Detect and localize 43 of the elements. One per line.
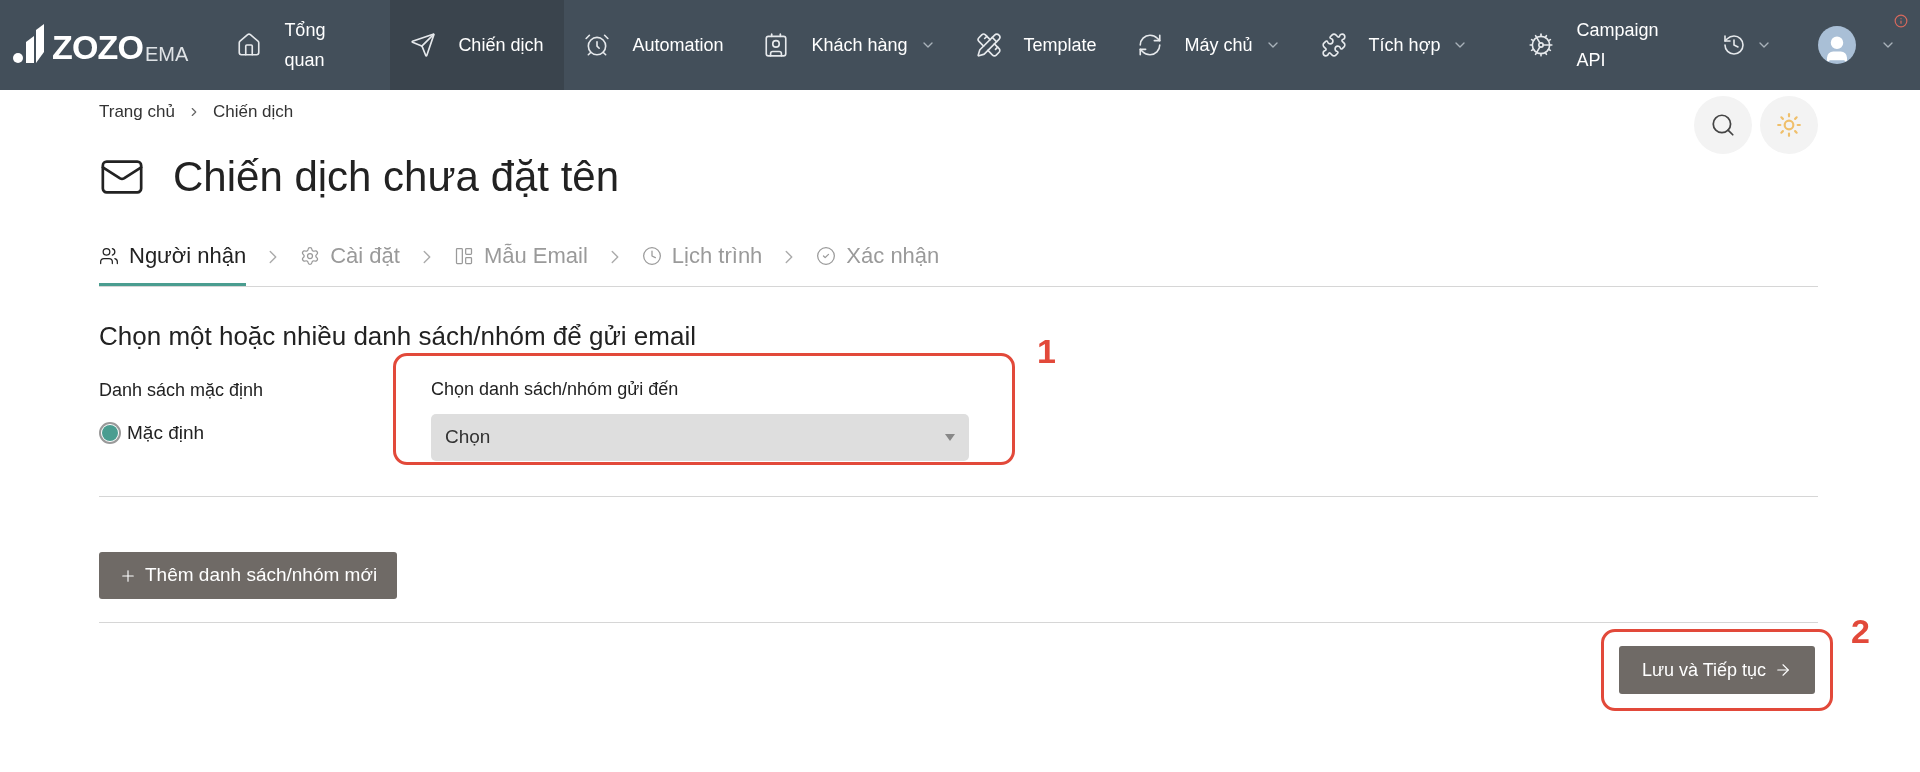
nav-item[interactable]: Template: [955, 0, 1117, 90]
search-icon: [1710, 112, 1736, 138]
nav-item[interactable]: Chiến dịch: [390, 0, 565, 90]
dropdown-triangle-icon: [945, 434, 955, 441]
contact-card-icon: [763, 32, 790, 58]
list-select[interactable]: Chọn: [431, 414, 969, 461]
nav-item[interactable]: Automation: [564, 0, 744, 90]
annotation-number: 1: [1037, 334, 1056, 368]
add-list-button[interactable]: Thêm danh sách/nhóm mới: [99, 552, 398, 599]
field-label: Chọn danh sách/nhóm gửi đến: [431, 378, 680, 401]
annotation-number: 2: [1851, 614, 1870, 648]
logo-text: ZOZO: [52, 30, 144, 64]
nav-item[interactable]: Máy chủ: [1116, 0, 1301, 90]
info-icon: [1894, 14, 1908, 28]
logo-mark-icon: [12, 22, 46, 64]
page-title: Chiến dịch chưa đặt tên: [173, 156, 620, 198]
nav-item[interactable]: Campaign API: [1508, 0, 1683, 90]
alarm-clock-icon: [584, 32, 611, 58]
logo-suffix: EMA: [145, 44, 189, 64]
save-continue-button[interactable]: Lưu và Tiếp tục: [1619, 646, 1815, 694]
breadcrumb-link[interactable]: Trang chủ: [99, 99, 175, 125]
field-label: Danh sách mặc định: [99, 379, 265, 402]
sun-icon: [1776, 112, 1802, 138]
section-heading: Chọn một hoặc nhiều danh sách/nhóm để gửi email: [99, 323, 697, 349]
avatar-icon: [1818, 26, 1856, 64]
pencil-ruler-icon: [975, 32, 1002, 58]
history-icon: [1722, 33, 1746, 57]
users-icon: [99, 245, 119, 266]
clock-icon: [641, 245, 662, 266]
breadcrumb-link[interactable]: Chiến dịch: [212, 99, 294, 125]
check-circle-icon: [816, 245, 837, 266]
gear-icon: [1528, 32, 1555, 58]
paper-plane-icon: [410, 32, 437, 58]
settings-icon: [300, 245, 321, 266]
logo[interactable]: ZOZOEMA: [0, 0, 217, 90]
nav-item[interactable]: Khách hàng: [743, 0, 956, 90]
puzzle-icon: [1320, 32, 1347, 58]
house-icon: [236, 32, 263, 58]
nav-item[interactable]: Tổng quan: [216, 0, 391, 90]
layout-icon: [453, 245, 474, 266]
default-radio-option[interactable]: Mặc định: [99, 419, 393, 448]
nav-item[interactable]: Tích hợp: [1300, 0, 1489, 90]
step-tab[interactable]: Người nhận: [99, 236, 247, 286]
